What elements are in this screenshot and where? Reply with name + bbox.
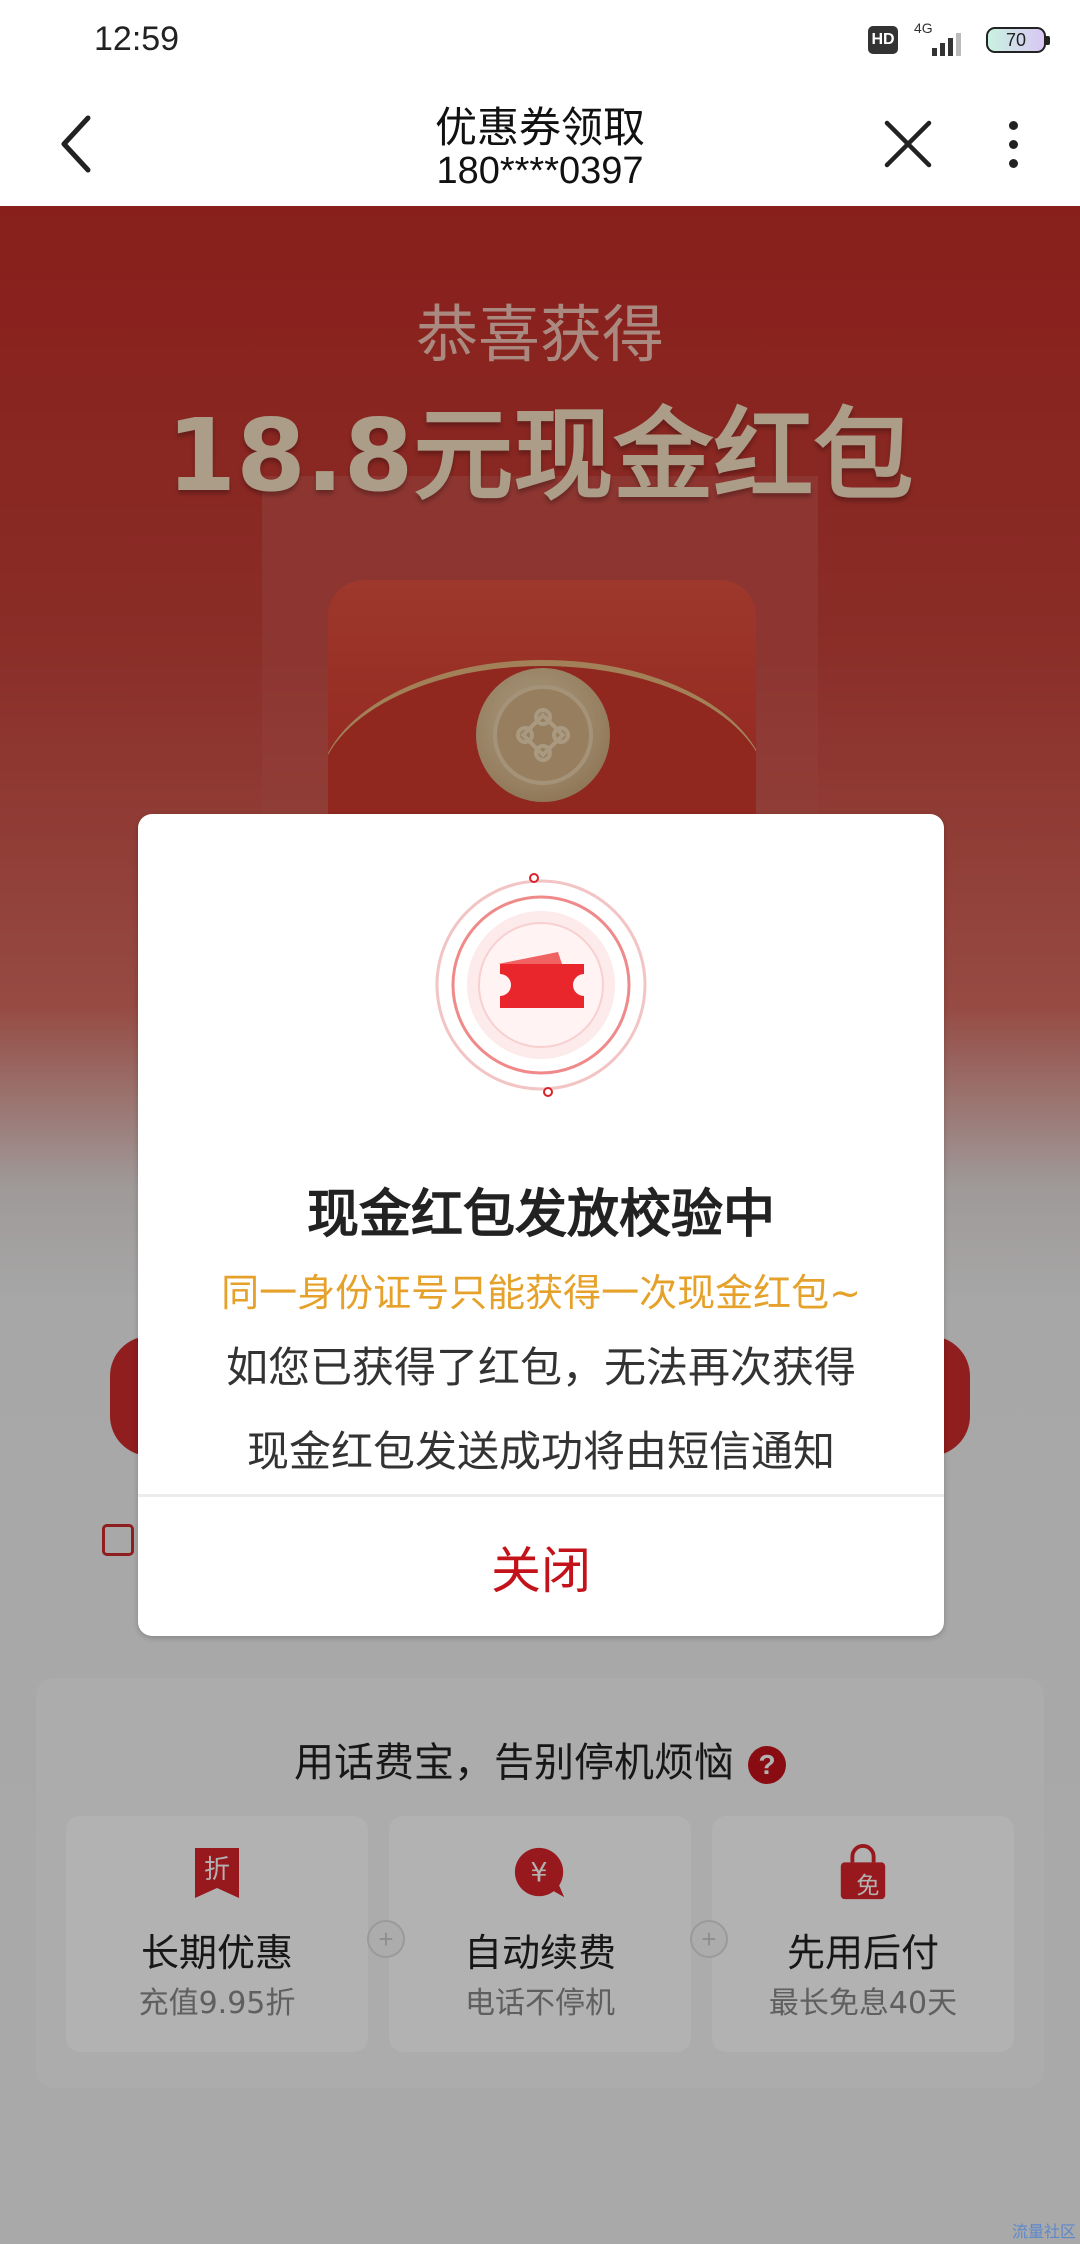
more-dot-icon — [1008, 158, 1018, 168]
status-time: 12:59 — [94, 20, 180, 58]
battery-icon: 70 — [986, 27, 1050, 53]
verification-dialog: 现金红包发放校验中 同一身份证号只能获得一次现金红包~ 如您已获得了红包，无法再… — [138, 814, 944, 1636]
nav-bar: 优惠券领取 180****0397 — [0, 84, 1080, 206]
dialog-close-button[interactable]: 关闭 — [138, 1497, 944, 1636]
hd-badge: HD — [868, 26, 898, 54]
more-dot-icon — [1008, 139, 1018, 149]
dialog-message-line: 现金红包发送成功将由短信通知 — [246, 1427, 835, 1476]
battery-level: 70 — [1005, 29, 1027, 50]
close-page-button[interactable] — [878, 114, 938, 174]
dialog-title: 现金红包发放校验中 — [306, 1185, 775, 1245]
status-bar: 12:59 HD 4G 70 — [0, 0, 1080, 84]
red-packet-verify-icon — [428, 872, 654, 1098]
dialog-message-line: 如您已获得了红包，无法再次获得 — [225, 1343, 856, 1392]
watermark: 流量社区 — [1011, 2222, 1076, 2241]
more-menu-button[interactable] — [990, 114, 1036, 174]
close-icon — [884, 120, 932, 168]
more-dot-icon — [1008, 120, 1018, 130]
network-type-label: 4G — [914, 20, 933, 36]
status-icons: HD 4G 70 — [868, 20, 1050, 58]
signal-icon: 4G — [912, 20, 972, 58]
dialog-warning: 同一身份证号只能获得一次现金红包~ — [221, 1271, 861, 1315]
